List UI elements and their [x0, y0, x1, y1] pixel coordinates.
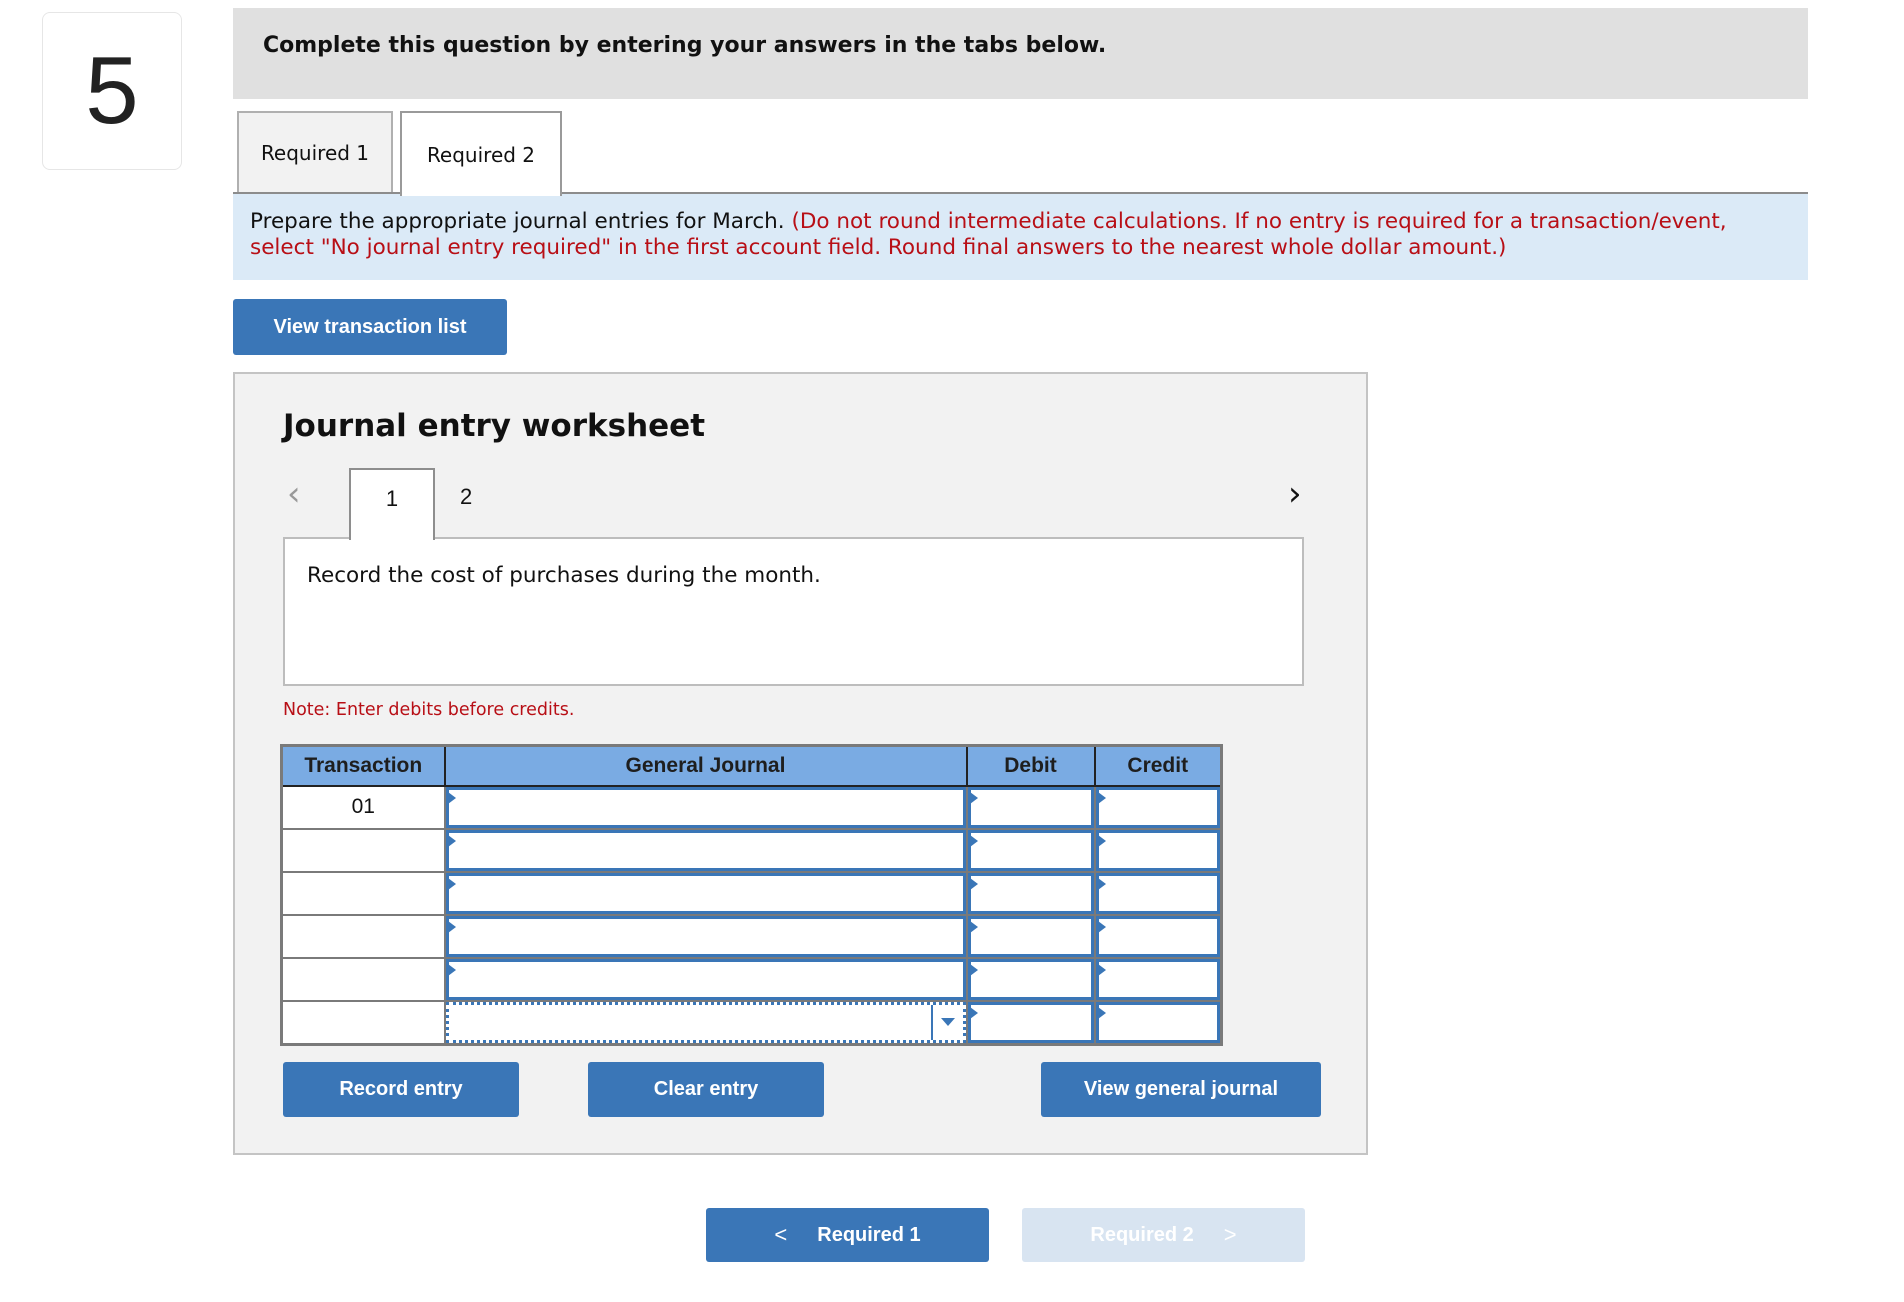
dropdown-arrow-icon[interactable]: [930, 1004, 963, 1040]
debit-input[interactable]: [967, 829, 1094, 871]
debit-input[interactable]: [967, 786, 1094, 828]
instructions-main: Prepare the appropriate journal entries …: [250, 209, 785, 234]
table-row: [280, 956, 1223, 1002]
credit-input[interactable]: [1095, 786, 1220, 828]
table-row: [280, 913, 1223, 959]
debit-input[interactable]: [967, 1001, 1094, 1043]
account-input[interactable]: [445, 958, 966, 1000]
transaction-cell: [280, 999, 446, 1045]
debit-input[interactable]: [967, 872, 1094, 914]
worksheet-title: Journal entry worksheet: [283, 408, 706, 444]
account-input[interactable]: [445, 829, 966, 871]
debit-input[interactable]: [967, 958, 1094, 1000]
question-number: 5: [42, 12, 182, 170]
credit-input[interactable]: [1095, 829, 1220, 871]
transaction-cell: [280, 870, 446, 916]
transaction-cell: [280, 913, 446, 959]
view-transaction-list-button[interactable]: View transaction list: [233, 299, 507, 355]
column-header-general-journal: General Journal: [443, 745, 968, 787]
column-header-credit: Credit: [1093, 745, 1223, 787]
next-required-2-button: Required 2 >: [1022, 1208, 1305, 1262]
credit-input[interactable]: [1095, 872, 1220, 914]
debit-input[interactable]: [967, 915, 1094, 957]
credit-input[interactable]: [1095, 1001, 1220, 1043]
account-input[interactable]: [445, 872, 966, 914]
journal-table: Transaction General Journal Debit Credit…: [280, 744, 1223, 1046]
table-row: [280, 870, 1223, 916]
record-entry-button[interactable]: Record entry: [283, 1062, 519, 1117]
journal-entry-worksheet: Journal entry worksheet ‹ 1 2 › Record t…: [233, 372, 1368, 1155]
column-header-debit: Debit: [965, 745, 1096, 787]
worksheet-page-1[interactable]: 1: [349, 468, 435, 540]
transaction-cell: [280, 956, 446, 1002]
credit-input[interactable]: [1095, 915, 1220, 957]
account-select[interactable]: [445, 1001, 966, 1043]
prev-button-label: Required 1: [817, 1223, 921, 1246]
table-row: [280, 827, 1223, 873]
instructions-box: Prepare the appropriate journal entries …: [233, 194, 1808, 280]
column-header-transaction: Transaction: [280, 745, 446, 787]
worksheet-page-2[interactable]: 2: [460, 484, 472, 510]
tab-required-1[interactable]: Required 1: [237, 111, 393, 192]
chevron-right-icon: >: [1223, 1222, 1237, 1247]
next-button-label: Required 2: [1090, 1223, 1194, 1246]
view-general-journal-button[interactable]: View general journal: [1041, 1062, 1321, 1117]
table-row: [280, 999, 1223, 1045]
debit-credit-note: Note: Enter debits before credits.: [283, 700, 575, 720]
transaction-cell: [280, 827, 446, 873]
transaction-cell: 01: [280, 784, 446, 830]
account-input[interactable]: [445, 786, 966, 828]
chevron-left-icon: <: [774, 1222, 788, 1247]
chevron-left-icon[interactable]: ‹: [287, 474, 301, 514]
table-row: 01: [280, 784, 1223, 830]
chevron-right-icon[interactable]: ›: [1288, 474, 1302, 514]
prev-required-1-button[interactable]: < Required 1: [706, 1208, 989, 1262]
question-header: Complete this question by entering your …: [233, 8, 1808, 99]
credit-input[interactable]: [1095, 958, 1220, 1000]
clear-entry-button[interactable]: Clear entry: [588, 1062, 824, 1117]
account-input[interactable]: [445, 915, 966, 957]
tab-required-2[interactable]: Required 2: [400, 111, 562, 196]
transaction-description: Record the cost of purchases during the …: [283, 537, 1304, 686]
tab-bar: Required 1 Required 2: [233, 111, 1808, 196]
